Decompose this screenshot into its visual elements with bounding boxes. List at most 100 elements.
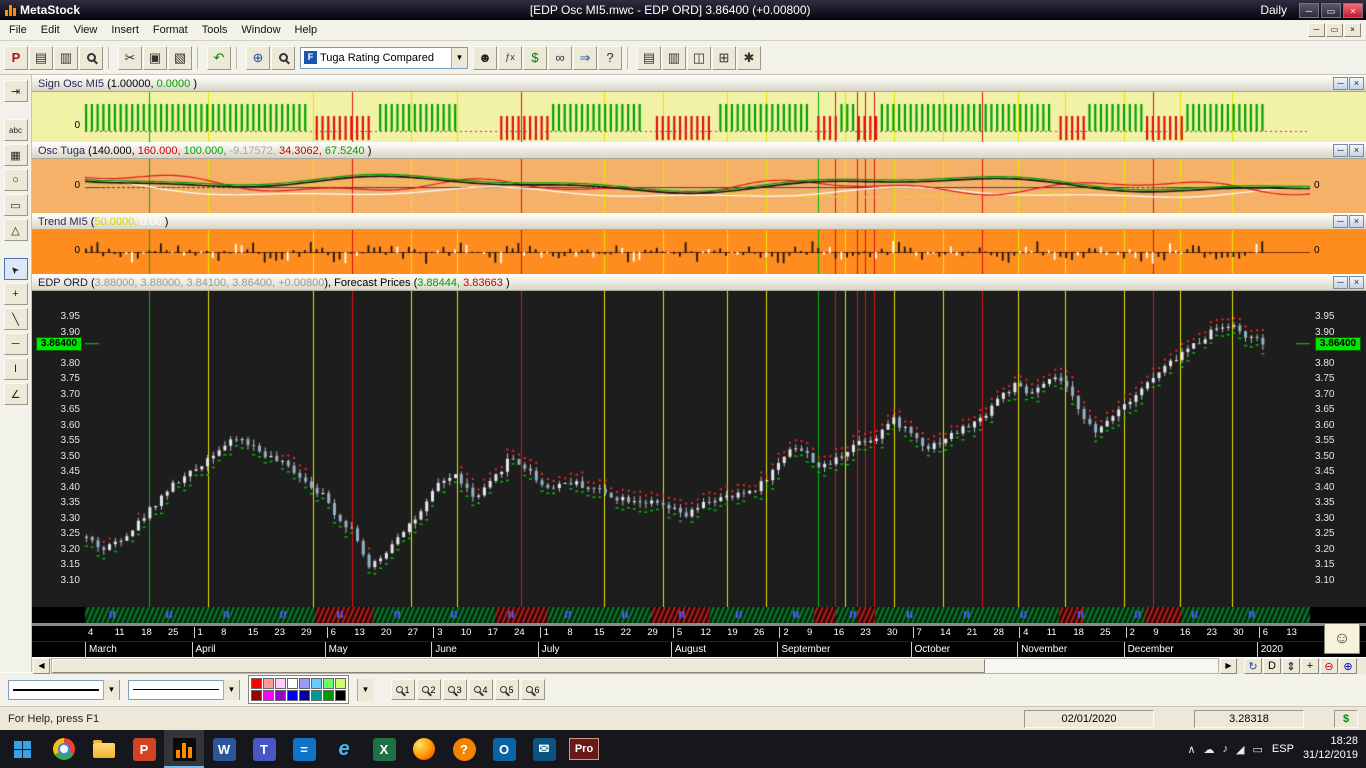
scroll-thumb[interactable] <box>52 659 985 673</box>
crosshair-button[interactable]: ⊕ <box>246 46 270 70</box>
menu-window[interactable]: Window <box>234 21 287 39</box>
tile-quad-button[interactable]: ⊞ <box>712 46 736 70</box>
tray-icon-0[interactable]: ∧ <box>1187 743 1195 756</box>
osc-panel-close-button[interactable]: × <box>1349 144 1364 157</box>
system-tester-button[interactable]: $ <box>523 46 547 70</box>
osc-tuga-plot[interactable] <box>32 159 1366 213</box>
start-button[interactable] <box>0 730 44 768</box>
paste-button[interactable]: ▧ <box>168 46 192 70</box>
taskbar-firefox[interactable] <box>404 730 444 768</box>
color-swatch-2[interactable] <box>275 678 286 689</box>
zoom-preset-4[interactable]: 4 <box>469 679 493 700</box>
vertical-scale-button[interactable]: ⇕ <box>1282 658 1300 674</box>
indicator-quicklist-dropdown[interactable]: F Tuga Rating Compared ▼ <box>300 47 468 69</box>
osc-panel-minimize-button[interactable]: ─ <box>1333 144 1348 157</box>
tile-vertical-button[interactable]: ▥ <box>662 46 686 70</box>
taskbar-teams[interactable]: T <box>244 730 284 768</box>
taskbar-file-explorer[interactable] <box>84 730 124 768</box>
menu-edit[interactable]: Edit <box>34 21 67 39</box>
color-swatch-5[interactable] <box>311 678 322 689</box>
language-indicator[interactable]: ESP <box>1272 743 1294 755</box>
print-preview-button[interactable]: ▥ <box>54 46 78 70</box>
taskbar-metastock[interactable] <box>164 730 204 768</box>
trend-mi5-panel-header[interactable]: Trend MI5 (50.0000, 0.00 ) ─× <box>32 213 1366 230</box>
periodicity-button[interactable]: D <box>1263 658 1281 674</box>
tile-horizontal-button[interactable]: ▤ <box>637 46 661 70</box>
print-button[interactable]: ▤ <box>29 46 53 70</box>
color-swatch-7[interactable] <box>335 678 346 689</box>
palette-arrow-icon[interactable]: ▼ <box>357 679 373 701</box>
taskbar-calculator[interactable]: = <box>284 730 324 768</box>
child-restore-button[interactable]: ▭ <box>1326 23 1343 37</box>
forecaster-button[interactable]: ⇒ <box>573 46 597 70</box>
tray-icon-3[interactable]: ◢ <box>1236 743 1244 756</box>
taskbar-get-help[interactable]: ? <box>444 730 484 768</box>
zoom-button[interactable] <box>271 46 295 70</box>
clock[interactable]: 18:28 31/12/2019 <box>1303 735 1358 763</box>
close-button[interactable]: × <box>1343 3 1363 18</box>
rectangle-tool[interactable]: ▭ <box>4 194 28 216</box>
restore-button[interactable]: ▭ <box>1321 3 1341 18</box>
taskbar-word[interactable]: W <box>204 730 244 768</box>
taskbar-powerpoint[interactable]: P <box>124 730 164 768</box>
line-style-arrow-icon[interactable]: ▼ <box>103 680 119 700</box>
color-swatch-4[interactable] <box>299 678 310 689</box>
child-close-button[interactable]: × <box>1344 23 1361 37</box>
power-console-button[interactable]: P <box>4 46 28 70</box>
title-bar[interactable]: MetaStock [EDP Osc MI5.mwc - EDP ORD] 3.… <box>0 0 1366 20</box>
zoom-preset-6[interactable]: 6 <box>521 679 545 700</box>
trend-panel-minimize-button[interactable]: ─ <box>1333 215 1348 228</box>
trend-mi5-plot[interactable] <box>32 230 1366 274</box>
trendline-tool[interactable]: ╲ <box>4 308 28 330</box>
zoom-preset-2[interactable]: 2 <box>417 679 441 700</box>
main-chart-plot[interactable] <box>32 291 1366 607</box>
line-style-select[interactable]: ▼ <box>8 680 120 700</box>
color-swatch-1[interactable] <box>263 678 274 689</box>
sign-panel-minimize-button[interactable]: ─ <box>1333 77 1348 90</box>
menu-tools[interactable]: Tools <box>195 21 235 39</box>
menu-insert[interactable]: Insert <box>104 21 146 39</box>
menu-file[interactable]: File <box>2 21 34 39</box>
tray-icon-2[interactable]: ♪ <box>1223 743 1229 756</box>
color-swatch-10[interactable] <box>275 690 286 701</box>
cascade-button[interactable]: ◫ <box>687 46 711 70</box>
pane-splitter-tool[interactable]: ⇥ <box>4 80 28 102</box>
angle-line-tool[interactable]: ∠ <box>4 383 28 405</box>
color-swatch-6[interactable] <box>323 678 334 689</box>
custom-help-button[interactable]: ? <box>598 46 622 70</box>
color-swatch-9[interactable] <box>263 690 274 701</box>
zoom-in-button[interactable]: ⊕ <box>1339 658 1357 674</box>
osc-tuga-panel-header[interactable]: Osc Tuga (140.000, 160.000, 100.000, -9.… <box>32 142 1366 159</box>
color-swatch-11[interactable] <box>287 690 298 701</box>
indicator-builder-button[interactable]: ƒx <box>498 46 522 70</box>
scroll-right-button[interactable]: ▶ <box>1220 658 1237 674</box>
chart-options-button[interactable]: ✱ <box>737 46 761 70</box>
pan-button[interactable]: + <box>1301 658 1319 674</box>
price-panel-header[interactable]: EDP ORD (3.88000, 3.88000, 3.84100, 3.86… <box>32 274 1366 291</box>
sign-osc-plot[interactable] <box>32 92 1366 142</box>
menu-help[interactable]: Help <box>288 21 325 39</box>
symbol-grid-tool[interactable]: ▦ <box>4 144 28 166</box>
scroll-track[interactable] <box>51 658 1219 674</box>
cut-button[interactable]: ✂ <box>118 46 142 70</box>
sign-osc-panel-header[interactable]: Sign Osc MI5 (1.00000, 0.0000 ) ─× <box>32 75 1366 92</box>
menu-view[interactable]: View <box>67 21 105 39</box>
zoom-preset-5[interactable]: 5 <box>495 679 519 700</box>
line-weight-select[interactable]: ▼ <box>128 680 240 700</box>
line-weight-arrow-icon[interactable]: ▼ <box>223 680 239 700</box>
main-panel-close-button[interactable]: × <box>1349 276 1364 289</box>
zoom-preset-3[interactable]: 3 <box>443 679 467 700</box>
horizontal-scrollbar[interactable]: ◀ ▶ ↻D⇕+⊖⊕ <box>32 657 1366 674</box>
taskbar-excel[interactable]: X <box>364 730 404 768</box>
triangle-tool[interactable]: △ <box>4 219 28 241</box>
explorer-button[interactable]: ∞ <box>548 46 572 70</box>
refresh-button[interactable]: ↻ <box>1244 658 1262 674</box>
color-swatch-12[interactable] <box>299 690 310 701</box>
taskbar-metastock-pro[interactable]: Pro <box>564 730 604 768</box>
pointer-tool[interactable]: ➤ <box>4 258 28 280</box>
minimize-button[interactable]: ─ <box>1299 3 1319 18</box>
color-swatch-15[interactable] <box>335 690 346 701</box>
copy-button[interactable]: ▣ <box>143 46 167 70</box>
child-minimize-button[interactable]: ─ <box>1308 23 1325 37</box>
zoom-preset-1[interactable]: 1 <box>391 679 415 700</box>
